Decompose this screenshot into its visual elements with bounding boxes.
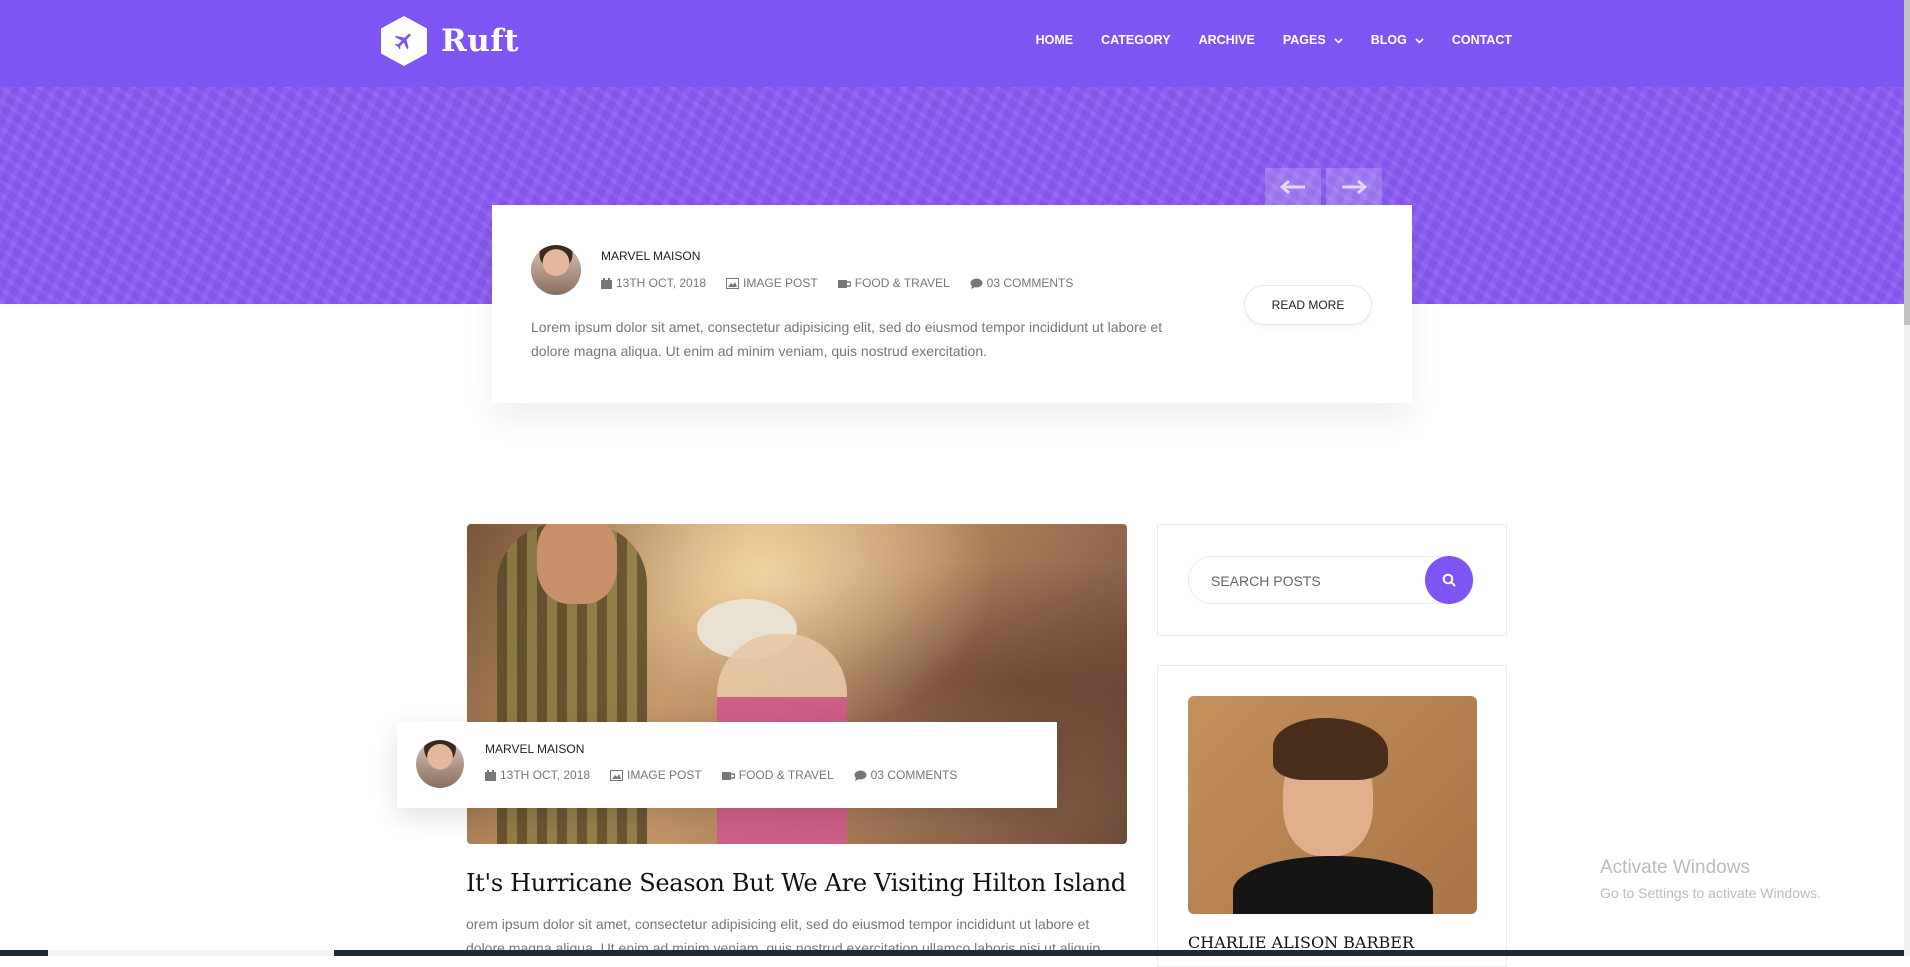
nav-archive-label: ARCHIVE [1198, 33, 1255, 47]
comment-icon [854, 770, 867, 781]
top-navbar: Ruft HOME CATEGORY ARCHIVE PAGES BLOG CO… [0, 0, 1904, 87]
featured-post-card: MARVEL MAISON 13TH OCT, 2018 IMAGE POST … [492, 205, 1412, 403]
main-nav: HOME CATEGORY ARCHIVE PAGES BLOG CONTACT [1008, 33, 1512, 47]
post-meta-card: MARVEL MAISON 13TH OCT, 2018 IMAGE POST … [397, 722, 1057, 808]
nav-pages[interactable]: PAGES [1283, 33, 1343, 47]
nav-blog[interactable]: BLOG [1371, 33, 1424, 47]
meta-type[interactable]: IMAGE POST [726, 276, 818, 290]
meta-type-text: IMAGE POST [627, 768, 702, 782]
nav-home-label: HOME [1035, 33, 1074, 47]
photo-shirt [1233, 856, 1433, 914]
brand-logo[interactable]: Ruft [381, 16, 519, 66]
meta-comments[interactable]: 03 COMMENTS [970, 276, 1074, 290]
coffee-icon [721, 771, 735, 780]
nav-category-label: CATEGORY [1101, 33, 1171, 47]
read-more-button[interactable]: READ MORE [1244, 285, 1372, 325]
photo-hair [1273, 718, 1388, 780]
meta-comments-text: 03 COMMENTS [870, 768, 958, 782]
author-avatar[interactable] [531, 245, 581, 295]
calendar-icon [601, 277, 612, 289]
meta-date-text: 13TH OCT, 2018 [616, 276, 707, 290]
meta-category-text: FOOD & TRAVEL [738, 768, 834, 782]
nav-blog-label: BLOG [1370, 33, 1407, 47]
taskbar-app[interactable] [48, 950, 334, 956]
arrow-right-icon [1342, 179, 1367, 195]
activate-subtitle: Go to Settings to activate Windows. [1600, 885, 1821, 901]
brand-name: Ruft [441, 23, 519, 59]
search-button[interactable] [1425, 556, 1473, 604]
search-input[interactable] [1209, 557, 1413, 605]
calendar-icon [485, 769, 496, 781]
search-icon [1442, 573, 1456, 587]
meta-type-text: IMAGE POST [743, 276, 818, 290]
nav-archive[interactable]: ARCHIVE [1199, 33, 1255, 47]
airplane-icon [381, 16, 427, 66]
meta-date[interactable]: 13TH OCT, 2018 [601, 276, 706, 290]
scrollbar-thumb[interactable] [1904, 0, 1910, 325]
nav-contact-label: CONTACT [1451, 33, 1512, 47]
search-widget [1157, 524, 1507, 636]
post-meta: 13TH OCT, 2018 IMAGE POST FOOD & TRAVEL … [601, 276, 1073, 290]
author-widget: CHARLIE ALISON BARBER [1157, 665, 1507, 967]
nav-pages-label: PAGES [1282, 33, 1326, 47]
chevron-down-icon [1334, 33, 1343, 47]
chevron-down-icon [1415, 33, 1424, 47]
prev-slide-button[interactable] [1265, 168, 1321, 206]
activate-windows-watermark: Activate Windows Go to Settings to activ… [1600, 857, 1821, 901]
slider-arrows [1265, 168, 1382, 206]
search-box [1188, 556, 1474, 605]
meta-comments-text: 03 COMMENTS [986, 276, 1074, 290]
meta-type[interactable]: IMAGE POST [610, 768, 702, 782]
meta-category[interactable]: FOOD & TRAVEL [837, 276, 950, 290]
meta-category[interactable]: FOOD & TRAVEL [721, 768, 834, 782]
coffee-icon [837, 279, 851, 288]
meta-date[interactable]: 13TH OCT, 2018 [485, 768, 590, 782]
activate-title: Activate Windows [1600, 857, 1750, 878]
author-name[interactable]: MARVEL MAISON [485, 742, 584, 756]
featured-excerpt: Lorem ipsum dolor sit amet, consectetur … [531, 319, 1163, 359]
meta-comments[interactable]: 03 COMMENTS [854, 768, 958, 782]
nav-contact[interactable]: CONTACT [1452, 33, 1512, 47]
post-title[interactable]: It's Hurricane Season But We Are Visitin… [466, 869, 1126, 897]
image-person-head [537, 524, 617, 604]
author-name[interactable]: MARVEL MAISON [601, 249, 700, 263]
arrow-left-icon [1280, 179, 1305, 195]
nav-home[interactable]: HOME [1036, 33, 1074, 47]
nav-category[interactable]: CATEGORY [1101, 33, 1170, 47]
meta-date-text: 13TH OCT, 2018 [500, 768, 591, 782]
author-photo [1188, 696, 1477, 914]
image-icon [726, 277, 740, 289]
author-avatar[interactable] [416, 740, 464, 788]
image-icon [610, 769, 624, 781]
comment-icon [970, 278, 983, 289]
next-slide-button[interactable] [1326, 168, 1382, 206]
page-scrollbar[interactable] [1904, 0, 1910, 956]
meta-category-text: FOOD & TRAVEL [854, 276, 950, 290]
post-meta: 13TH OCT, 2018 IMAGE POST FOOD & TRAVEL … [485, 768, 957, 782]
